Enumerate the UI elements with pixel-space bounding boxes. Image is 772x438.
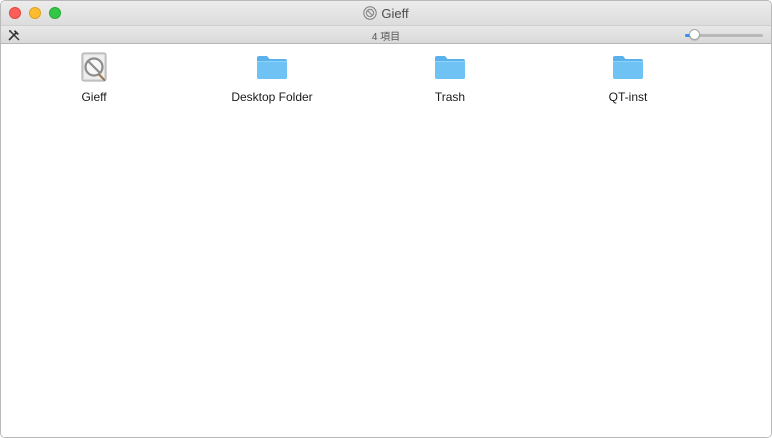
file-label: Gieff	[81, 90, 107, 104]
disk-image-icon	[363, 6, 378, 20]
disk-image-icon	[81, 52, 107, 82]
slider-knob[interactable]	[689, 29, 700, 40]
file-item-qt-inst[interactable]: QT-inst	[568, 50, 688, 110]
file-label: Trash	[434, 90, 466, 104]
file-item-gieff[interactable]: Gieff	[34, 50, 154, 110]
title-bar[interactable]: Gieff	[1, 1, 771, 25]
status-bar: 4 項目	[1, 25, 771, 44]
icon-size-slider[interactable]	[685, 29, 763, 41]
file-label: QT-inst	[608, 90, 648, 104]
file-item-desktop-folder[interactable]: Desktop Folder	[212, 50, 332, 110]
window-title-group: Gieff	[1, 5, 771, 21]
finder-window: Gieff 4 項目 Gieff Desktop Folder Trash QT…	[0, 0, 772, 438]
folder-icon	[435, 56, 465, 79]
file-label: Desktop Folder	[231, 90, 313, 104]
folder-icon	[257, 56, 287, 79]
folder-icon	[613, 56, 643, 79]
file-item-trash[interactable]: Trash	[390, 50, 510, 110]
window-title: Gieff	[381, 5, 409, 21]
file-grid: Gieff Desktop Folder Trash QT-inst	[1, 44, 771, 437]
item-count: 4 項目	[371, 32, 401, 43]
